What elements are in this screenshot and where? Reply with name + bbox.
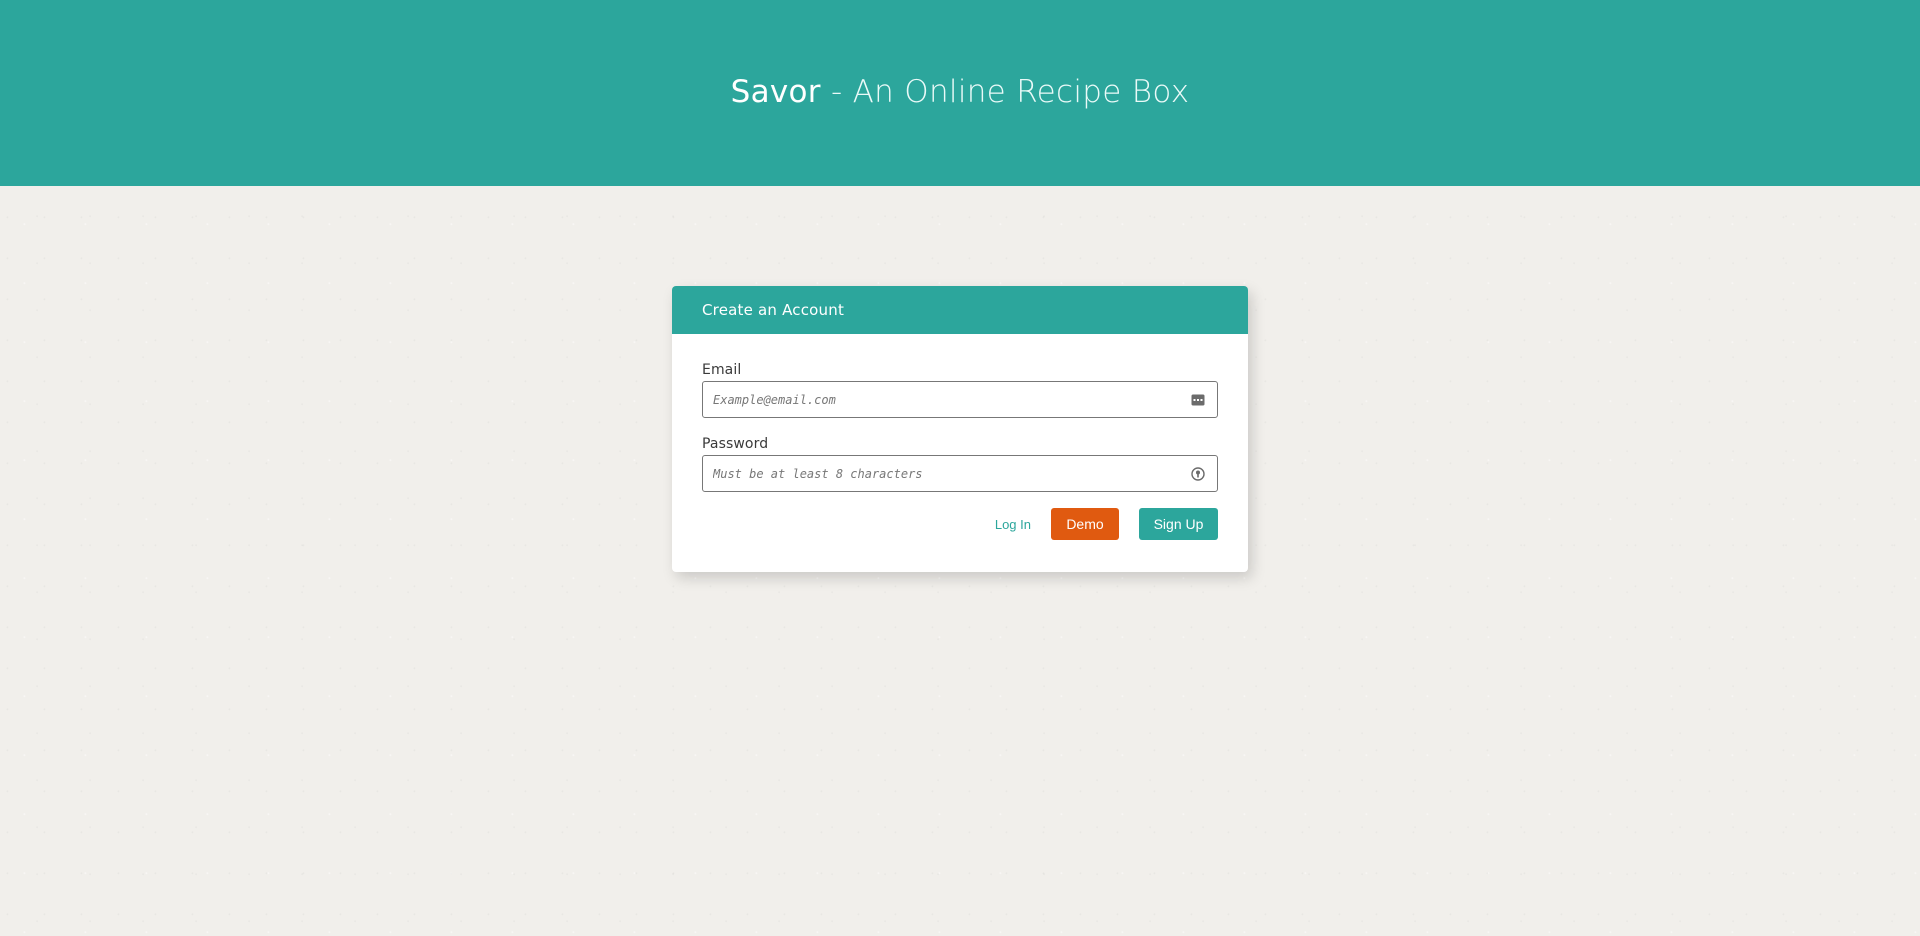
site-header: Savor - An Online Recipe Box [0, 0, 1920, 186]
email-field-wrapper [702, 381, 1218, 418]
password-label: Password [702, 436, 769, 452]
signup-form: Email Password [672, 334, 1248, 540]
brand-name: Savor [730, 74, 821, 110]
form-actions: Log In Demo Sign Up [702, 508, 1218, 540]
demo-button[interactable]: Demo [1051, 508, 1119, 540]
password-input[interactable] [702, 455, 1218, 492]
signup-button[interactable]: Sign Up [1139, 508, 1218, 540]
password-field-wrapper [702, 455, 1218, 492]
card-header: Create an Account [672, 286, 1248, 334]
signup-card: Create an Account Email Password [672, 286, 1248, 572]
site-tagline: An Online Recipe Box [852, 74, 1190, 110]
email-input[interactable] [702, 381, 1218, 418]
site-title: Savor - An Online Recipe Box [731, 74, 1190, 110]
login-link[interactable]: Log In [995, 517, 1051, 532]
email-label: Email [702, 362, 742, 378]
password-key-icon[interactable] [1190, 466, 1206, 482]
card-title: Create an Account [702, 301, 845, 319]
autofill-card-icon[interactable] [1190, 392, 1206, 408]
title-separator: - [820, 74, 853, 110]
